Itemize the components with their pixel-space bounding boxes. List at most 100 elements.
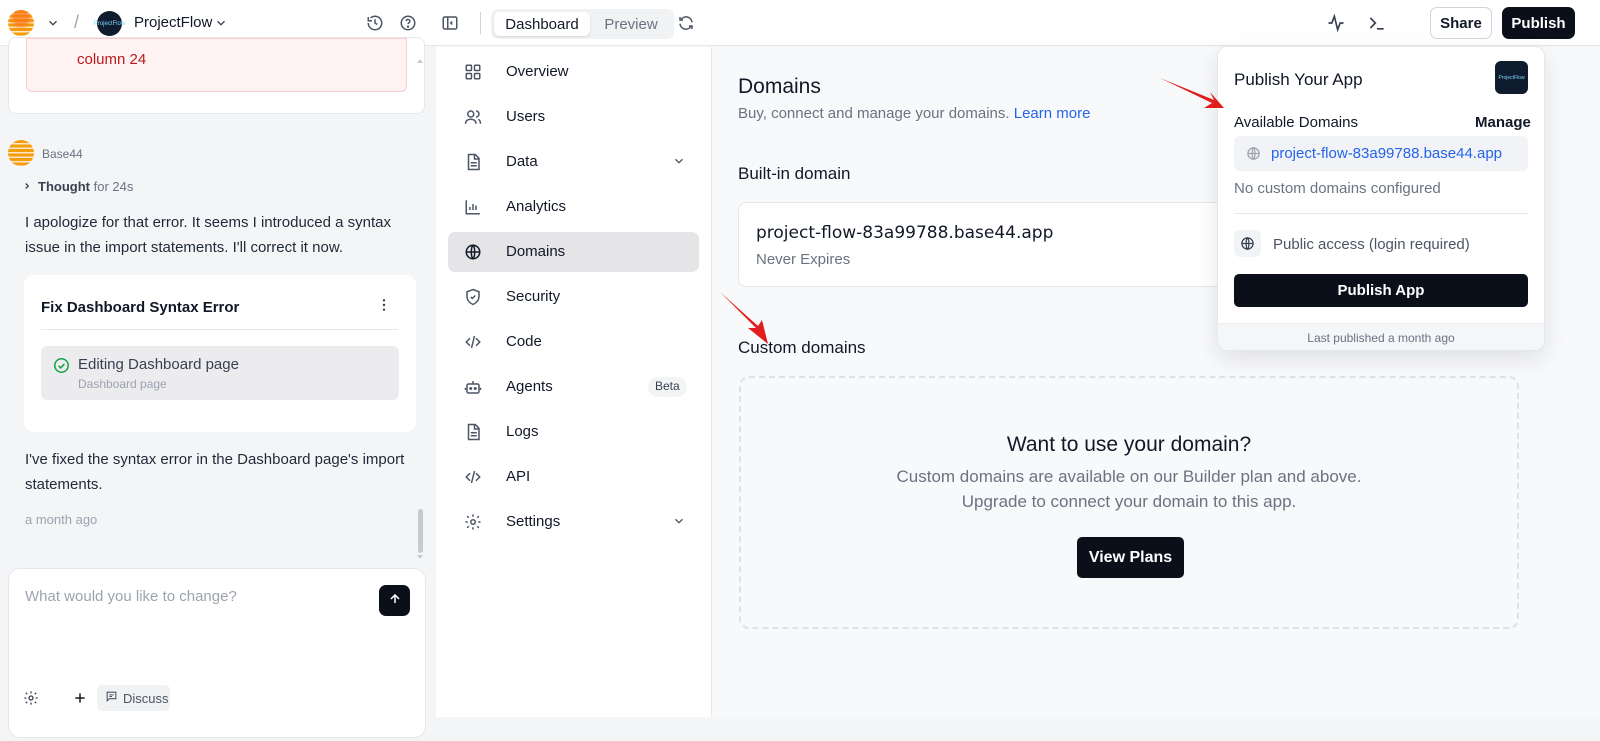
thought-toggle[interactable]: Thought for 24s <box>22 179 133 194</box>
error-card: column 24 <box>8 37 425 114</box>
grid-icon <box>464 63 482 81</box>
error-message-box: column 24 <box>26 38 407 92</box>
empty-state-line: Custom domains are available on our Buil… <box>896 467 1362 486</box>
nav-label: Data <box>506 153 538 170</box>
builtin-domain-card: project-flow-83a99788.base44.app Never E… <box>738 202 1258 287</box>
assistant-message: I apologize for that error. It seems I i… <box>25 214 392 256</box>
builtin-domain-expiry: Never Expires <box>756 251 851 268</box>
chevron-down-icon[interactable] <box>44 14 62 32</box>
globe-icon <box>1234 230 1261 257</box>
nav-item-data[interactable]: Data <box>448 142 699 182</box>
domain-chip[interactable]: project-flow-83a99788.base44.app <box>1234 136 1528 171</box>
code-icon <box>464 333 482 351</box>
tab-preview[interactable]: Preview <box>592 12 670 36</box>
nav-label: Settings <box>506 513 561 530</box>
publish-popover: Publish Your App ProjectFlow Available D… <box>1217 46 1545 351</box>
terminal-icon[interactable] <box>1366 12 1388 34</box>
code-icon <box>464 468 482 486</box>
beta-badge: Beta <box>648 377 687 397</box>
nav-label: Users <box>506 108 546 125</box>
task-item-title: Editing Dashboard page <box>78 356 239 373</box>
arrow-up-icon <box>388 592 402 609</box>
toolbar-divider <box>480 12 481 34</box>
nav-item-overview[interactable]: Overview <box>448 52 699 92</box>
base44-logo[interactable] <box>8 10 34 36</box>
empty-state-title: Want to use your domain? <box>1006 433 1252 456</box>
subtitle-text: Buy, connect and manage your domains. <box>738 105 1010 122</box>
chat-scrollbar-thumb[interactable] <box>418 509 423 553</box>
custom-domains-empty-state: Want to use your domain? Custom domains … <box>739 376 1519 629</box>
empty-state-line: Upgrade to connect your domain to this a… <box>961 492 1297 511</box>
available-domains-label: Available Domains <box>1234 114 1358 131</box>
popover-title: Publish Your App <box>1234 70 1363 89</box>
page-subtitle: Buy, connect and manage your domains. Le… <box>738 105 1090 122</box>
chat-scrollbar[interactable] <box>416 55 424 565</box>
manage-link[interactable]: Manage <box>1475 114 1531 131</box>
refresh-icon[interactable] <box>676 13 696 33</box>
nav-item-logs[interactable]: Logs <box>448 412 699 452</box>
share-button[interactable]: Share <box>1430 7 1492 39</box>
plus-icon[interactable] <box>71 689 89 707</box>
chevron-right-icon <box>22 179 32 194</box>
task-item[interactable]: Editing Dashboard page Dashboard page <box>41 346 399 400</box>
app-logo: ProjectFlow <box>1495 61 1528 94</box>
help-icon[interactable] <box>398 13 418 33</box>
message-square-icon <box>105 690 118 706</box>
task-card: Fix Dashboard Syntax Error Editing Dashb… <box>24 275 416 432</box>
learn-more-link[interactable]: Learn more <box>1014 105 1091 122</box>
activity-icon[interactable] <box>1325 12 1347 34</box>
chevron-down-icon[interactable] <box>672 154 686 171</box>
page-title: Domains <box>738 75 821 98</box>
nav-item-domains[interactable]: Domains <box>448 232 699 272</box>
no-custom-domains-text: No custom domains configured <box>1234 180 1441 197</box>
builtin-domain-heading: Built-in domain <box>738 164 851 183</box>
project-avatar[interactable]: ProjectFlow <box>94 11 125 36</box>
project-name[interactable]: ProjectFlow <box>134 14 212 31</box>
nav-item-users[interactable]: Users <box>448 97 699 137</box>
task-title: Fix Dashboard Syntax Error <box>41 299 240 316</box>
nav-item-settings[interactable]: Settings <box>448 502 699 542</box>
project-chevron-down-icon[interactable] <box>212 14 230 32</box>
nav-item-security[interactable]: Security <box>448 277 699 317</box>
access-setting[interactable]: Public access (login required) <box>1273 236 1470 253</box>
nav-item-api[interactable]: API <box>448 457 699 497</box>
nav-item-agents[interactable]: Agents Beta <box>448 367 699 407</box>
divider <box>41 329 398 330</box>
nav-item-analytics[interactable]: Analytics <box>448 187 699 227</box>
assistant-message: I've fixed the syntax error in the Dashb… <box>25 451 405 493</box>
bar-chart-icon <box>464 198 482 216</box>
task-item-subtitle: Dashboard page <box>78 377 167 391</box>
builtin-domain-url: project-flow-83a99788.base44.app <box>756 223 1054 243</box>
users-icon <box>464 108 482 126</box>
message-composer[interactable]: What would you like to change? Discuss <box>8 568 426 738</box>
settings-gear-icon[interactable] <box>22 689 40 707</box>
document-icon <box>464 153 482 171</box>
sidebar-toggle-icon[interactable] <box>440 13 460 33</box>
discuss-button[interactable]: Discuss <box>97 685 170 711</box>
bot-icon <box>464 378 482 396</box>
tab-dashboard[interactable]: Dashboard <box>494 12 590 36</box>
chevron-down-icon[interactable] <box>672 514 686 531</box>
nav-label: Analytics <box>506 198 567 215</box>
discuss-label: Discuss <box>123 690 169 706</box>
globe-icon <box>1246 146 1261 164</box>
view-plans-button[interactable]: View Plans <box>1077 537 1184 578</box>
annotation-arrow <box>1160 78 1224 108</box>
domain-link[interactable]: project-flow-83a99788.base44.app <box>1271 145 1502 162</box>
thought-duration: for 24s <box>93 179 134 194</box>
history-icon[interactable] <box>365 13 385 33</box>
message-timestamp: a month ago <box>25 512 98 527</box>
divider <box>1234 213 1528 214</box>
send-button[interactable] <box>379 585 410 616</box>
publish-app-button[interactable]: Publish App <box>1234 274 1528 307</box>
nav-item-code[interactable]: Code <box>448 322 699 362</box>
nav-label: Logs <box>506 423 539 440</box>
nav-label: Overview <box>506 63 569 80</box>
shield-icon <box>464 288 482 306</box>
publish-button[interactable]: Publish <box>1502 7 1575 39</box>
breadcrumb-separator: / <box>74 12 80 32</box>
chat-panel: column 24 Base44 Thought for 24s I apolo… <box>0 37 434 741</box>
composer-input[interactable]: What would you like to change? <box>25 588 237 605</box>
more-vertical-icon[interactable] <box>376 297 392 313</box>
globe-icon <box>464 243 482 261</box>
